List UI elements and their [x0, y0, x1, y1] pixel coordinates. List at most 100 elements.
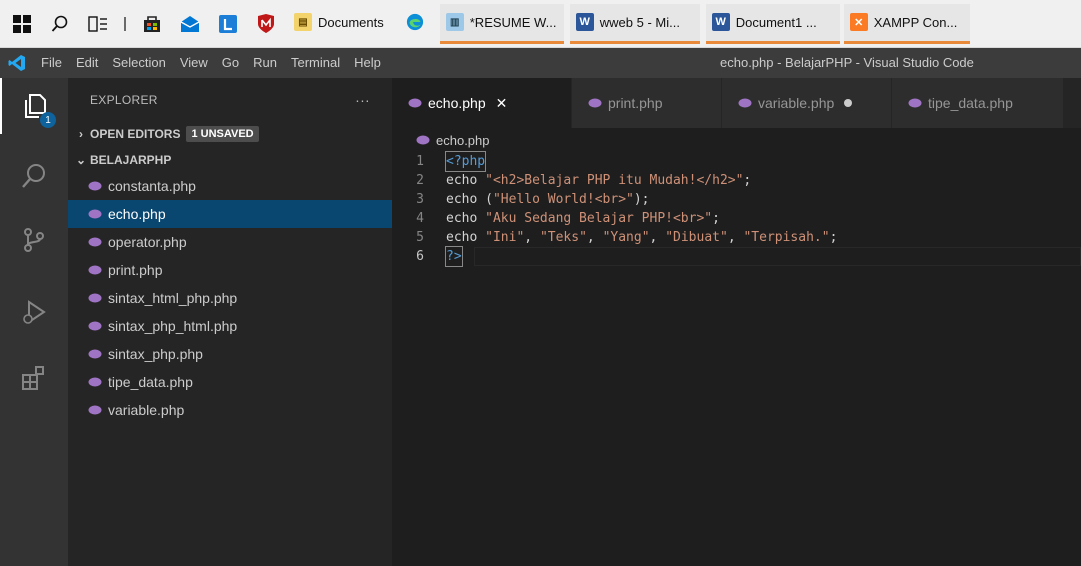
tab-label: echo.php [428, 95, 486, 111]
tab-label: tipe_data.php [928, 95, 1013, 111]
file-item[interactable]: sintax_html_php.php [68, 284, 392, 312]
source-control-activity-button[interactable] [0, 212, 68, 268]
breadcrumb[interactable]: echo.php [392, 128, 1081, 152]
menu-edit[interactable]: Edit [69, 48, 105, 78]
run-debug-activity-button[interactable] [0, 284, 68, 340]
windows-start-icon[interactable] [6, 8, 38, 40]
notepad-icon: ▥ [445, 13, 464, 31]
php-file-icon [88, 349, 102, 359]
explorer-activity-button[interactable]: 1 [0, 78, 68, 134]
code-token: echo [446, 230, 486, 245]
open-editors-label: OPEN EDITORS [90, 127, 181, 141]
vscode-logo-icon [0, 48, 34, 78]
taskbar-app-notepad[interactable]: ▥ *RESUME W... [439, 3, 564, 44]
code-token: "Dibuat" [665, 230, 728, 245]
tab-echo-php[interactable]: echo.php ✕ [392, 78, 572, 128]
file-item[interactable]: tipe_data.php [68, 368, 392, 396]
taskbar-app-xampp[interactable]: ✕ XAMPP Con... [843, 3, 970, 44]
menu-run[interactable]: Run [246, 48, 284, 78]
code-token: "Yang" [602, 230, 650, 245]
code-token: , [727, 230, 744, 245]
menu-help[interactable]: Help [347, 48, 388, 78]
code-token: echo ( [446, 192, 493, 207]
chevron-right-icon: › [79, 127, 83, 141]
file-item[interactable]: constanta.php [68, 172, 392, 200]
taskbar-app-label: Documents [318, 14, 384, 30]
taskbar-app-word-wweb[interactable]: W wweb 5 - Mi... [569, 3, 700, 44]
tab-tipe-data-php[interactable]: tipe_data.php [892, 78, 1064, 128]
taskbar-app-label: Document1 ... [735, 14, 817, 30]
run-debug-icon [23, 300, 46, 324]
tab-label: variable.php [758, 95, 835, 111]
code-token: "<h2>Belajar PHP itu Mudah!</h2>" [485, 173, 744, 188]
code-token: "Hello World!<br>" [492, 192, 634, 207]
file-tree: constanta.php echo.php operator.php print.p… [68, 172, 392, 424]
menu-go[interactable]: Go [215, 48, 246, 78]
code-editor[interactable]: 1 <?php 2 echo "<h2>Belajar PHP itu Mudah!<… [392, 151, 1081, 267]
word-icon: W [711, 13, 730, 31]
window-title: echo.php - BelajarPHP - Visual Studio Co… [720, 55, 974, 70]
mcafee-icon[interactable] [250, 8, 282, 40]
explorer-title: EXPLORER [90, 93, 158, 107]
file-item-label: echo.php [108, 206, 166, 222]
edge-icon [406, 13, 424, 31]
php-file-icon [908, 98, 922, 108]
more-actions-icon[interactable]: ··· [355, 92, 370, 108]
file-item-label: sintax_html_php.php [108, 290, 238, 306]
search-activity-button[interactable] [0, 148, 68, 204]
file-item-label: tipe_data.php [108, 374, 193, 390]
l-app-icon[interactable] [212, 8, 244, 40]
folder-icon: ▤ [294, 13, 312, 31]
explorer-sidebar: EXPLORER ··· › OPEN EDITORS 1 UNSAVED ⌄ … [68, 78, 392, 566]
file-item-label: sintax_php.php [108, 346, 203, 362]
open-editors-section[interactable]: › OPEN EDITORS 1 UNSAVED [68, 122, 392, 146]
search-icon[interactable] [44, 8, 76, 40]
store-icon[interactable] [136, 8, 168, 40]
current-line-highlight [474, 247, 1081, 266]
menu-terminal[interactable]: Terminal [284, 48, 347, 78]
php-file-icon [416, 135, 430, 145]
file-item[interactable]: print.php [68, 256, 392, 284]
explorer-badge: 1 [40, 112, 56, 128]
code-line: 4 echo "Aku Sedang Belajar PHP!<br>"; [392, 209, 1081, 228]
breadcrumb-file: echo.php [436, 132, 490, 148]
taskbar-app-edge[interactable] [396, 4, 434, 44]
php-file-icon [88, 181, 102, 191]
code-token: "Terpisah." [743, 230, 830, 245]
file-item-label: operator.php [108, 234, 187, 250]
file-item[interactable]: operator.php [68, 228, 392, 256]
menu-view[interactable]: View [173, 48, 215, 78]
extensions-activity-button[interactable] [0, 350, 68, 406]
code-token: ; [743, 173, 752, 188]
tab-print-php[interactable]: print.php [572, 78, 722, 128]
code-token: echo [446, 173, 486, 188]
menu-file[interactable]: File [34, 48, 69, 78]
file-item-label: sintax_php_html.php [108, 318, 238, 334]
file-item[interactable]: sintax_php.php [68, 340, 392, 368]
taskbar-app-word-document1[interactable]: W Document1 ... [705, 3, 840, 44]
line-number: 1 [416, 154, 424, 169]
menu-selection[interactable]: Selection [105, 48, 172, 78]
tab-variable-php[interactable]: variable.php [722, 78, 892, 128]
vscode-menu-bar: File Edit Selection View Go Run Terminal… [0, 48, 1081, 78]
close-icon[interactable]: ✕ [496, 95, 508, 112]
file-item[interactable]: variable.php [68, 396, 392, 424]
source-control-icon [24, 228, 44, 252]
code-token: ?> [445, 246, 463, 267]
file-item[interactable]: sintax_php_html.php [68, 312, 392, 340]
line-number: 5 [416, 230, 424, 245]
file-item-label: variable.php [108, 402, 185, 418]
folder-section[interactable]: ⌄ BELAJARPHP [68, 148, 392, 172]
code-token: ; [712, 211, 720, 226]
code-line: 3 echo ("Hello World!<br>"); [392, 190, 1081, 209]
windows-taskbar: ▤ Documents ▥ *RESUME W... W wweb 5 - Mi… [0, 0, 1081, 48]
code-token: echo [446, 211, 486, 226]
code-token: ; [829, 230, 838, 245]
task-view-icon[interactable] [82, 8, 114, 40]
mail-icon[interactable] [174, 8, 206, 40]
file-item[interactable]: echo.php [68, 200, 392, 228]
editor-tabs: echo.php ✕ print.php variable.php tipe_d… [392, 78, 1081, 128]
xampp-icon: ✕ [849, 13, 868, 31]
taskbar-app-documents[interactable]: ▤ Documents [288, 4, 390, 44]
code-token: "Teks" [539, 230, 587, 245]
